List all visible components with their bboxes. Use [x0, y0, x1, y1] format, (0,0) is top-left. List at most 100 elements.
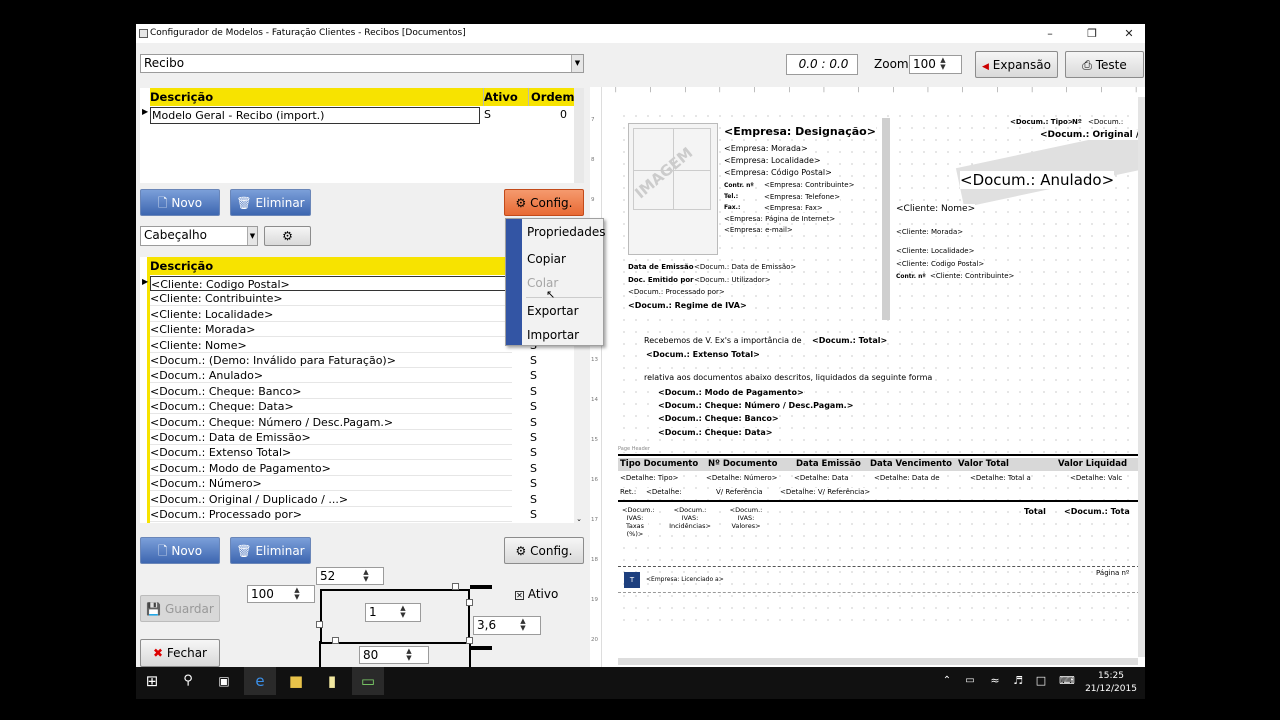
detail-detalhe[interactable]: <Detalhe:: [646, 488, 682, 496]
expansion-button[interactable]: ◀ Expansão: [975, 51, 1058, 78]
config-button-2[interactable]: ⚙ Config.: [504, 537, 584, 564]
empresa-localidade[interactable]: <Empresa: Localidade>: [724, 156, 821, 165]
start-icon[interactable]: ⊞: [136, 667, 168, 695]
table-header-cell[interactable]: Valor Liquidad: [1058, 459, 1127, 469]
detail-cell[interactable]: <Detalhe: Tipo>: [620, 474, 679, 482]
search-icon[interactable]: ⚲: [172, 667, 204, 695]
detail-cell[interactable]: <Detalhe: Data de: [874, 474, 940, 482]
task-view-icon[interactable]: ▣: [208, 667, 240, 695]
eliminar-button[interactable]: 🗑 Eliminar: [230, 189, 311, 216]
guardar-button[interactable]: 💾 Guardar: [140, 595, 220, 622]
header-descricao[interactable]: Descrição: [150, 88, 213, 106]
eliminar-button-2[interactable]: 🗑 Eliminar: [230, 537, 311, 564]
section-select[interactable]: Cabeçalho ▼: [140, 226, 258, 246]
empresa-cp[interactable]: <Empresa: Código Postal>: [724, 168, 832, 177]
explorer-icon[interactable]: ■: [280, 667, 312, 695]
relativa-text[interactable]: relativa aos documentos abaixo descritos…: [644, 373, 933, 382]
spin-icon[interactable]: ▲ ▼: [361, 569, 371, 583]
table-row[interactable]: Modelo Geral - Recibo (import.) S 0: [150, 107, 574, 124]
empresa-fax[interactable]: <Empresa: Fax>: [764, 204, 823, 212]
clock[interactable]: 15:25 21/12/2015: [1081, 670, 1141, 696]
cheque-numero[interactable]: <Docum.: Cheque: Número / Desc.Pagam.>: [658, 401, 854, 410]
table-row[interactable]: <Cliente: Contribuinte>: [150, 291, 512, 307]
spin-icon[interactable]: ▲ ▼: [292, 587, 302, 601]
detail-ref[interactable]: <Detalhe: V/ Referência>: [780, 488, 871, 496]
table-row[interactable]: <Docum.: (Demo: Inválido para Faturação)…: [150, 353, 537, 368]
scroll-down-icon[interactable]: ⌄: [574, 515, 584, 523]
docum-extenso[interactable]: <Docum.: Extenso Total>: [646, 350, 760, 359]
box-handle[interactable]: [466, 637, 473, 644]
cliente-morada[interactable]: <Cliente: Morada>: [896, 228, 964, 236]
box-handle[interactable]: [466, 599, 473, 606]
fechar-button[interactable]: ✖ Fechar: [140, 639, 220, 667]
table-header-cell[interactable]: Tipo Documento: [620, 459, 698, 469]
novo-button[interactable]: 🗋 Novo: [140, 189, 220, 216]
table-row[interactable]: <Cliente: Nome>S: [150, 338, 537, 353]
docum-total[interactable]: <Docum.: Total>: [812, 336, 888, 345]
total-value[interactable]: <Docum.: Tota: [1064, 507, 1130, 516]
modo-pagamento[interactable]: <Docum.: Modo de Pagamento>: [658, 388, 804, 397]
docum-tipo[interactable]: <Docum.: Tipo>: [1010, 118, 1074, 126]
keyboard-icon[interactable]: ⌨: [1051, 667, 1083, 695]
ivas-taxas[interactable]: <Docum.: IVAS: Taxas (%)>: [622, 506, 655, 538]
table-row[interactable]: <Docum.: Anulado> S: [150, 368, 537, 384]
recebemos-text[interactable]: Recebemos de V. Ex's a importância de: [644, 336, 802, 345]
table-header-cell[interactable]: Data Vencimento: [870, 459, 952, 469]
menu-item-exportar[interactable]: Exportar: [527, 304, 579, 318]
docum-anulado[interactable]: <Docum.: Anulado>: [960, 171, 1115, 189]
spin-icon[interactable]: ▲ ▼: [404, 648, 414, 662]
maximize-icon[interactable]: ❐: [1081, 24, 1103, 43]
cliente-nome[interactable]: <Cliente: Nome>: [896, 204, 976, 214]
empresa-email[interactable]: <Empresa: e-mail>: [724, 226, 793, 234]
detail-cell[interactable]: <Detalhe: Data: [794, 474, 849, 482]
menu-item-propriedades[interactable]: Propriedades: [527, 225, 606, 239]
cliente-contribuinte[interactable]: <Cliente: Contribuinte>: [930, 272, 1015, 280]
empresa-pagina[interactable]: <Empresa: Página de Internet>: [724, 215, 836, 223]
table-row[interactable]: <Docum.: Cheque: Data> S: [150, 399, 537, 415]
box-handle[interactable]: [316, 621, 323, 628]
docum-original[interactable]: <Docum.: Original /: [1040, 130, 1140, 140]
menu-item-importar[interactable]: Importar: [527, 328, 579, 342]
novo-button-2[interactable]: 🗋 Novo: [140, 537, 220, 564]
section-config-button[interactable]: ⚙: [264, 226, 311, 246]
spin-icon[interactable]: ▲ ▼: [398, 605, 408, 619]
close-icon[interactable]: ✕: [1118, 24, 1140, 43]
detail-cell[interactable]: <Detalhe: Total a: [970, 474, 1031, 482]
cliente-cp[interactable]: <Cliente: Codigo Postal>: [896, 260, 985, 268]
table-row[interactable]: <Docum.: Processado por> S: [150, 507, 537, 522]
menu-item-copiar[interactable]: Copiar: [527, 252, 566, 266]
box-handle[interactable]: [332, 637, 339, 644]
table-row[interactable]: <Docum.: Cheque: Número / Desc.Pagam.> S: [150, 415, 537, 430]
ativo-checkbox[interactable]: ✕ Ativo: [515, 587, 558, 601]
model-select[interactable]: Recibo ▼: [140, 54, 584, 73]
docum-data-emissao[interactable]: <Docum.: Data de Emissão>: [694, 263, 797, 271]
config-button[interactable]: ⚙ Config.: [504, 189, 584, 216]
minimize-icon[interactable]: –: [1039, 24, 1061, 43]
models-scrollbar[interactable]: [574, 88, 584, 183]
app-taskbar-icon[interactable]: ▭: [352, 667, 384, 695]
right-input[interactable]: 3,6 ▲ ▼: [473, 616, 541, 635]
table-row[interactable]: <Docum.: Modo de Pagamento> S: [150, 461, 537, 476]
bottom-input[interactable]: 80 ▲ ▼: [359, 646, 429, 664]
cliente-localidade[interactable]: <Cliente: Localidade>: [896, 247, 975, 255]
detail-cell[interactable]: <Detalhe: Valc: [1070, 474, 1123, 482]
box-handle[interactable]: [452, 583, 459, 590]
table-row[interactable]: <Docum.: Cheque: Banco> S: [150, 384, 537, 399]
table-header-cell[interactable]: Data Emissão: [796, 459, 861, 469]
empresa-contribuinte[interactable]: <Empresa: Contribuinte>: [764, 181, 855, 189]
chevron-down-icon[interactable]: ▼: [247, 227, 257, 245]
docum-utilizador[interactable]: <Docum.: Utilizador>: [694, 276, 771, 284]
cheque-data[interactable]: <Docum.: Cheque: Data>: [658, 428, 773, 437]
spin-icon[interactable]: ▲ ▼: [518, 618, 528, 632]
checkbox-icon[interactable]: ✕: [515, 591, 524, 600]
table-header-cell[interactable]: Valor Total: [958, 459, 1009, 469]
table-row[interactable]: <Docum.: Original / Duplicado / ...> S: [150, 492, 537, 507]
header-ativo[interactable]: Ativo: [483, 88, 518, 106]
docum-processado[interactable]: <Docum.: Processado por>: [628, 288, 725, 296]
empresa-morada[interactable]: <Empresa: Morada>: [724, 144, 808, 153]
notepad-icon[interactable]: ▮: [316, 667, 348, 695]
docum-regime[interactable]: <Docum.: Regime de IVA>: [628, 301, 747, 310]
zoom-input[interactable]: 100 ▲ ▼: [909, 55, 962, 74]
table-row[interactable]: <Cliente: Morada>: [150, 322, 512, 338]
table-row[interactable]: <Docum.: Extenso Total> S: [150, 445, 537, 461]
